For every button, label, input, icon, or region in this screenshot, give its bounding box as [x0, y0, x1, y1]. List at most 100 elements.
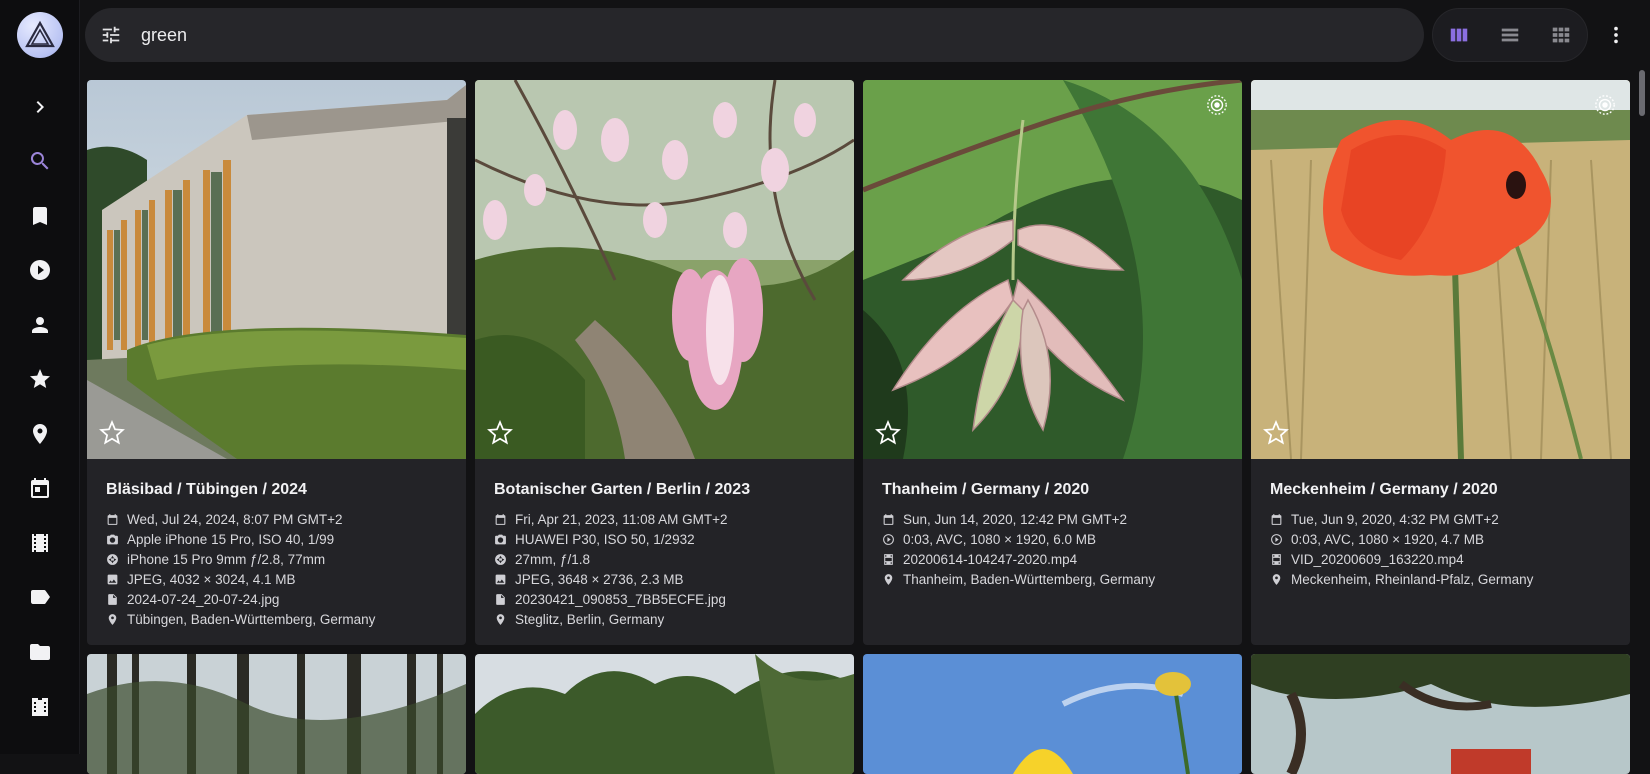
detail-text: HUAWEI P30, ISO 50, 1/2932: [515, 531, 695, 547]
photo-card[interactable]: [863, 654, 1242, 774]
detail-text: Wed, Jul 24, 2024, 8:07 PM GMT+2: [127, 511, 343, 527]
tune-icon: [102, 26, 120, 44]
sidebar-item-videos[interactable]: [24, 254, 56, 286]
detail-text: 20200614-104247-2020.mp4: [903, 551, 1078, 567]
person-icon: [32, 317, 48, 333]
photo-thumbnail[interactable]: [87, 654, 466, 774]
more-options-button[interactable]: [1600, 19, 1632, 51]
location-icon: [884, 573, 893, 585]
sidebar-item-labels[interactable]: [24, 581, 56, 613]
folder-icon: [30, 644, 50, 660]
card-title: Bläsibad / Tübingen / 2024: [106, 481, 307, 498]
detail-text: Sun, Jun 14, 2020, 12:42 PM GMT+2: [903, 511, 1128, 527]
view-cards-button[interactable]: [1443, 19, 1475, 51]
detail-text: JPEG, 3648 × 2736, 2.3 MB: [515, 571, 684, 587]
sidebar-item-search[interactable]: [24, 145, 56, 177]
app-logo[interactable]: [17, 12, 63, 58]
file-icon: [496, 593, 505, 605]
detail-date: Wed, Jul 24, 2024, 8:07 PM GMT+2: [106, 509, 343, 529]
filter-toggle-button[interactable]: [99, 23, 123, 47]
live-photo-icon: [1206, 94, 1228, 116]
photo-thumbnail[interactable]: [87, 80, 466, 459]
location-icon: [108, 613, 117, 625]
scrollbar-thumb[interactable]: [1639, 70, 1645, 116]
detail-text: 2024-07-24_20-07-24.jpg: [127, 591, 280, 607]
view-column-icon: [1450, 28, 1467, 42]
view-list-button[interactable]: [1494, 19, 1526, 51]
sidebar-item-moments[interactable]: [24, 527, 56, 559]
photo-thumbnail[interactable]: [863, 654, 1242, 774]
detail-location: Steglitz, Berlin, Germany: [494, 609, 664, 629]
label-icon: [31, 590, 50, 604]
photo-thumbnail[interactable]: [475, 80, 854, 459]
search-icon: [30, 152, 49, 170]
play-circle-icon: [30, 260, 50, 280]
live-photo-icon: [1594, 94, 1616, 116]
location-icon: [496, 613, 505, 625]
view-grid-icon: [1553, 27, 1570, 43]
photo-card[interactable]: Thanheim / Germany / 2020 Sun, Jun 14, 2…: [863, 80, 1242, 645]
photo-card[interactable]: [87, 654, 466, 774]
more-vert-icon: [1614, 26, 1618, 44]
card-info: Bläsibad / Tübingen / 2024 Wed, Jul 24, …: [87, 459, 466, 645]
detail-date: Sun, Jun 14, 2020, 12:42 PM GMT+2: [882, 509, 1127, 529]
search-bar: [85, 8, 1424, 62]
scrollbar[interactable]: [1637, 66, 1647, 754]
view-mode-toggle: [1432, 8, 1588, 62]
detail-text: JPEG, 4032 × 3024, 4.1 MB: [127, 571, 296, 587]
sidebar-item-places[interactable]: [24, 418, 56, 450]
star-outline-icon: [487, 419, 513, 445]
detail-filename: 2024-07-24_20-07-24.jpg: [106, 589, 279, 609]
favorite-toggle-button[interactable]: [99, 419, 125, 446]
sidebar-item-calendar[interactable]: [24, 472, 56, 504]
sidebar-item-folders[interactable]: [24, 636, 56, 668]
photo-card[interactable]: Bläsibad / Tübingen / 2024 Wed, Jul 24, …: [87, 80, 466, 645]
favorite-toggle-button[interactable]: [875, 419, 901, 446]
search-input[interactable]: [139, 23, 1424, 47]
image-icon: [495, 574, 506, 584]
sidebar-item-library[interactable]: [24, 690, 56, 722]
sidebar-item-favorites[interactable]: [24, 363, 56, 395]
detail-text: 0:03, AVC, 1080 × 1920, 4.7 MB: [1291, 531, 1485, 547]
detail-date: Tue, Jun 9, 2020, 4:32 PM GMT+2: [1270, 509, 1499, 529]
photo-thumbnail[interactable]: [475, 654, 854, 774]
card-info: Thanheim / Germany / 2020 Sun, Jun 14, 2…: [863, 459, 1242, 645]
detail-date: Fri, Apr 21, 2023, 11:08 AM GMT+2: [494, 509, 727, 529]
play-icon: [1271, 533, 1282, 545]
star-icon: [30, 369, 50, 388]
photo-card[interactable]: Meckenheim / Germany / 2020 Tue, Jun 9, …: [1251, 80, 1630, 645]
sidebar-expand-button[interactable]: [24, 91, 56, 123]
photo-card[interactable]: [1251, 654, 1630, 774]
calendar-icon: [495, 513, 506, 525]
favorite-toggle-button[interactable]: [1263, 419, 1289, 446]
detail-text: 20230421_090853_7BB5ECFE.jpg: [515, 591, 726, 607]
detail-text: Apple iPhone 15 Pro, ISO 40, 1/99: [127, 531, 335, 547]
star-outline-icon: [1263, 419, 1289, 445]
sidebar: [0, 0, 80, 754]
photo-card[interactable]: Botanischer Garten / Berlin / 2023 Fri, …: [475, 80, 854, 645]
sidebar-item-people[interactable]: [24, 309, 56, 341]
detail-camera: Apple iPhone 15 Pro, ISO 40, 1/99: [106, 529, 334, 549]
bookmark-icon: [33, 207, 47, 225]
photo-thumbnail[interactable]: [863, 80, 1242, 459]
card-title: Meckenheim / Germany / 2020: [1270, 481, 1498, 498]
detail-text: Tübingen, Baden-Württemberg, Germany: [127, 611, 376, 627]
detail-location: Thanheim, Baden-Württemberg, Germany: [882, 569, 1155, 589]
detail-filename: 20200614-104247-2020.mp4: [882, 549, 1077, 569]
detail-text: 0:03, AVC, 1080 × 1920, 6.0 MB: [903, 531, 1097, 547]
logo-triangle-icon: [25, 20, 55, 48]
library-icon: [32, 698, 48, 716]
film-icon: [32, 534, 48, 552]
lens-icon: [107, 553, 118, 565]
favorite-toggle-button[interactable]: [487, 419, 513, 446]
detail-text: Fri, Apr 21, 2023, 11:08 AM GMT+2: [515, 511, 728, 527]
calendar-icon: [107, 513, 118, 525]
sidebar-item-albums[interactable]: [24, 200, 56, 232]
view-mosaic-button[interactable]: [1545, 19, 1577, 51]
photo-thumbnail[interactable]: [1251, 654, 1630, 774]
photo-thumbnail[interactable]: [1251, 80, 1630, 459]
chevron-right-icon: [36, 101, 44, 113]
detail-filename: 20230421_090853_7BB5ECFE.jpg: [494, 589, 726, 609]
file-icon: [108, 593, 117, 605]
photo-card[interactable]: [475, 654, 854, 774]
